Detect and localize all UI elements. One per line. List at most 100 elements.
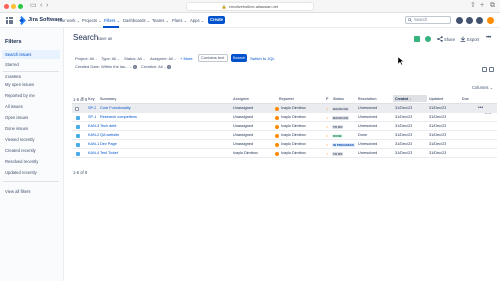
issue-key-link[interactable]: KAN-4: [88, 149, 99, 158]
watch-icon[interactable]: [425, 36, 431, 42]
new-tab-icon[interactable]: +: [480, 1, 484, 11]
issue-key-link[interactable]: SP-1: [88, 113, 96, 122]
export-button[interactable]: Export: [467, 37, 479, 42]
window-zoom-icon[interactable]: [18, 4, 23, 9]
issue-summary-link[interactable]: Core Functionality: [100, 104, 230, 113]
window-minimize-icon[interactable]: [11, 4, 16, 9]
app-switcher-icon[interactable]: [6, 17, 13, 24]
status-lozenge[interactable]: BACKLOG: [332, 115, 350, 120]
table-row[interactable]: KAN-1 Dev Page Unassigned Ivaylo Dimitrov = I…: [72, 140, 497, 149]
sidebar-item-view-all-filters[interactable]: View all filters: [2, 187, 60, 196]
priority-icon: =: [326, 115, 329, 120]
sidebar-item-done-issues[interactable]: Done issues: [2, 124, 60, 133]
status-lozenge[interactable]: TO DO: [332, 124, 344, 129]
issue-key-link[interactable]: KAN-1: [88, 140, 99, 149]
save-as-button[interactable]: Save as: [97, 36, 112, 41]
sidebar-toggle-icon[interactable]: ▭: [30, 1, 37, 11]
sidebar-item-viewed-recently[interactable]: Viewed recently: [2, 135, 60, 144]
nav-label: Filters: [104, 18, 116, 23]
created-date-filter[interactable]: Created Date: Within the las...⌄ ×: [75, 63, 137, 70]
detail-view-icon[interactable]: [489, 67, 494, 72]
column-header-priority[interactable]: P: [326, 97, 328, 101]
back-icon[interactable]: ‹: [40, 1, 42, 11]
status-lozenge[interactable]: BACKLOG: [332, 106, 350, 111]
issue-summary-link[interactable]: Test Ticket: [100, 149, 230, 158]
settings-icon[interactable]: [476, 17, 483, 24]
share-icon[interactable]: [437, 36, 443, 42]
nav-dashboards[interactable]: Dashboards ⌄: [123, 18, 150, 23]
issue-key-link[interactable]: SP-2: [88, 104, 96, 113]
status-filter[interactable]: Status: All⌄: [124, 55, 145, 62]
sidebar-item-resolved-recently[interactable]: Resolved recently: [2, 157, 60, 166]
clear-filter-icon[interactable]: ×: [167, 64, 172, 69]
table-row[interactable]: KAN-2 QA website Unassigned Ivaylo Dimitrov…: [72, 131, 497, 140]
more-filters-button[interactable]: + More: [180, 55, 193, 62]
priority-icon: =: [326, 133, 329, 138]
creation-filter[interactable]: Creation: All⌄ ×: [141, 63, 172, 70]
window-close-icon[interactable]: [4, 4, 9, 9]
sidebar-item-open-issues[interactable]: Open issues: [2, 113, 60, 122]
sidebar-item-starred[interactable]: Starred: [2, 60, 60, 69]
notifications-icon[interactable]: [456, 17, 463, 24]
nav-projects[interactable]: Projects ⌄: [82, 18, 102, 23]
status-lozenge[interactable]: DONE: [332, 133, 343, 138]
create-button[interactable]: Create: [208, 16, 225, 24]
global-search-input[interactable]: Search: [405, 16, 451, 24]
column-header-resolution[interactable]: Resolution: [358, 97, 377, 101]
issue-summary-link[interactable]: Tech debt: [100, 122, 230, 131]
jira-logo-icon[interactable]: [17, 16, 26, 25]
row-checkbox[interactable]: [75, 106, 79, 111]
table-row[interactable]: SP-2 Core Functionality Unassigned Ivaylo D…: [72, 104, 497, 113]
issue-key-link[interactable]: KAN-3: [88, 122, 99, 131]
sidebar-item-my-open-issues[interactable]: My open issues: [2, 80, 60, 89]
sidebar-item-updated-recently[interactable]: Updated recently: [2, 168, 60, 177]
address-bar[interactable]: 🔒 creativehotline.atlassian.net: [186, 2, 314, 11]
share-button[interactable]: Share: [444, 37, 455, 42]
export-icon[interactable]: [460, 36, 466, 42]
switch-to-jql-link[interactable]: Switch to JQL: [250, 56, 275, 61]
status-lozenge[interactable]: IN PROGRESS: [332, 142, 355, 147]
more-actions-icon[interactable]: •••: [486, 35, 491, 41]
table-row[interactable]: SP-1 Research competitors Unassigned Ivaylo…: [72, 113, 497, 122]
forward-icon[interactable]: ›: [46, 1, 48, 11]
feedback-icon[interactable]: [414, 36, 420, 42]
help-icon[interactable]: [466, 17, 473, 24]
nav-filters[interactable]: Filters ⌄: [104, 18, 120, 23]
nav-teams[interactable]: Teams ⌄: [152, 18, 169, 23]
search-button[interactable]: Search: [231, 54, 247, 62]
avatar[interactable]: [487, 17, 494, 24]
nav-your-work[interactable]: Your work ⌄: [57, 18, 80, 23]
sidebar-item-search-issues[interactable]: Search issues: [2, 50, 60, 59]
column-header-assignee[interactable]: Assignee: [233, 97, 249, 101]
column-header-reporter[interactable]: Reporter: [279, 97, 294, 101]
sidebar-item-all-issues[interactable]: All issues: [2, 102, 60, 111]
column-header-due[interactable]: Due: [462, 97, 469, 101]
nav-apps[interactable]: Apps ⌄: [190, 18, 204, 23]
list-view-icon[interactable]: [482, 67, 487, 72]
share-page-icon[interactable]: ⇧: [470, 1, 476, 11]
table-row[interactable]: KAN-3 Tech debt Unassigned Ivaylo Dimitrov =…: [72, 122, 497, 131]
status-lozenge[interactable]: TO DO: [332, 151, 344, 156]
project-filter[interactable]: Project: All⌄: [75, 55, 97, 62]
column-header-key[interactable]: Key: [88, 97, 95, 101]
issue-summary-link[interactable]: Dev Page: [100, 140, 230, 149]
column-header-created[interactable]: Created ↓: [395, 97, 411, 101]
column-header-updated[interactable]: Updated: [429, 97, 443, 101]
tab-overview-icon[interactable]: ⧉: [490, 1, 495, 11]
sidebar-item-created-recently[interactable]: Created recently: [2, 146, 60, 155]
sidebar-item-reported-by-me[interactable]: Reported by me: [2, 91, 60, 100]
type-filter[interactable]: Type: All⌄: [101, 55, 120, 62]
issue-summary-link[interactable]: QA website: [100, 131, 230, 140]
columns-button[interactable]: Columns ⌄: [472, 85, 493, 90]
issue-summary-link[interactable]: Research competitors: [100, 113, 230, 122]
clear-filter-icon[interactable]: ×: [132, 64, 137, 69]
contains-text-input[interactable]: Contains text: [198, 54, 228, 62]
column-header-summary[interactable]: Summary: [100, 97, 116, 101]
table-row[interactable]: KAN-4 Test Ticket Ivaylo Dimitrov Ivaylo Di…: [72, 149, 497, 158]
column-header-status[interactable]: Status: [333, 97, 344, 101]
assignee-filter[interactable]: Assignee: All⌄: [150, 55, 176, 62]
row-actions-icon[interactable]: •••: [478, 104, 483, 112]
nav-plans[interactable]: Plans ⌄: [172, 18, 187, 23]
column-header-type[interactable]: T: [81, 97, 83, 101]
issue-key-link[interactable]: KAN-2: [88, 131, 99, 140]
